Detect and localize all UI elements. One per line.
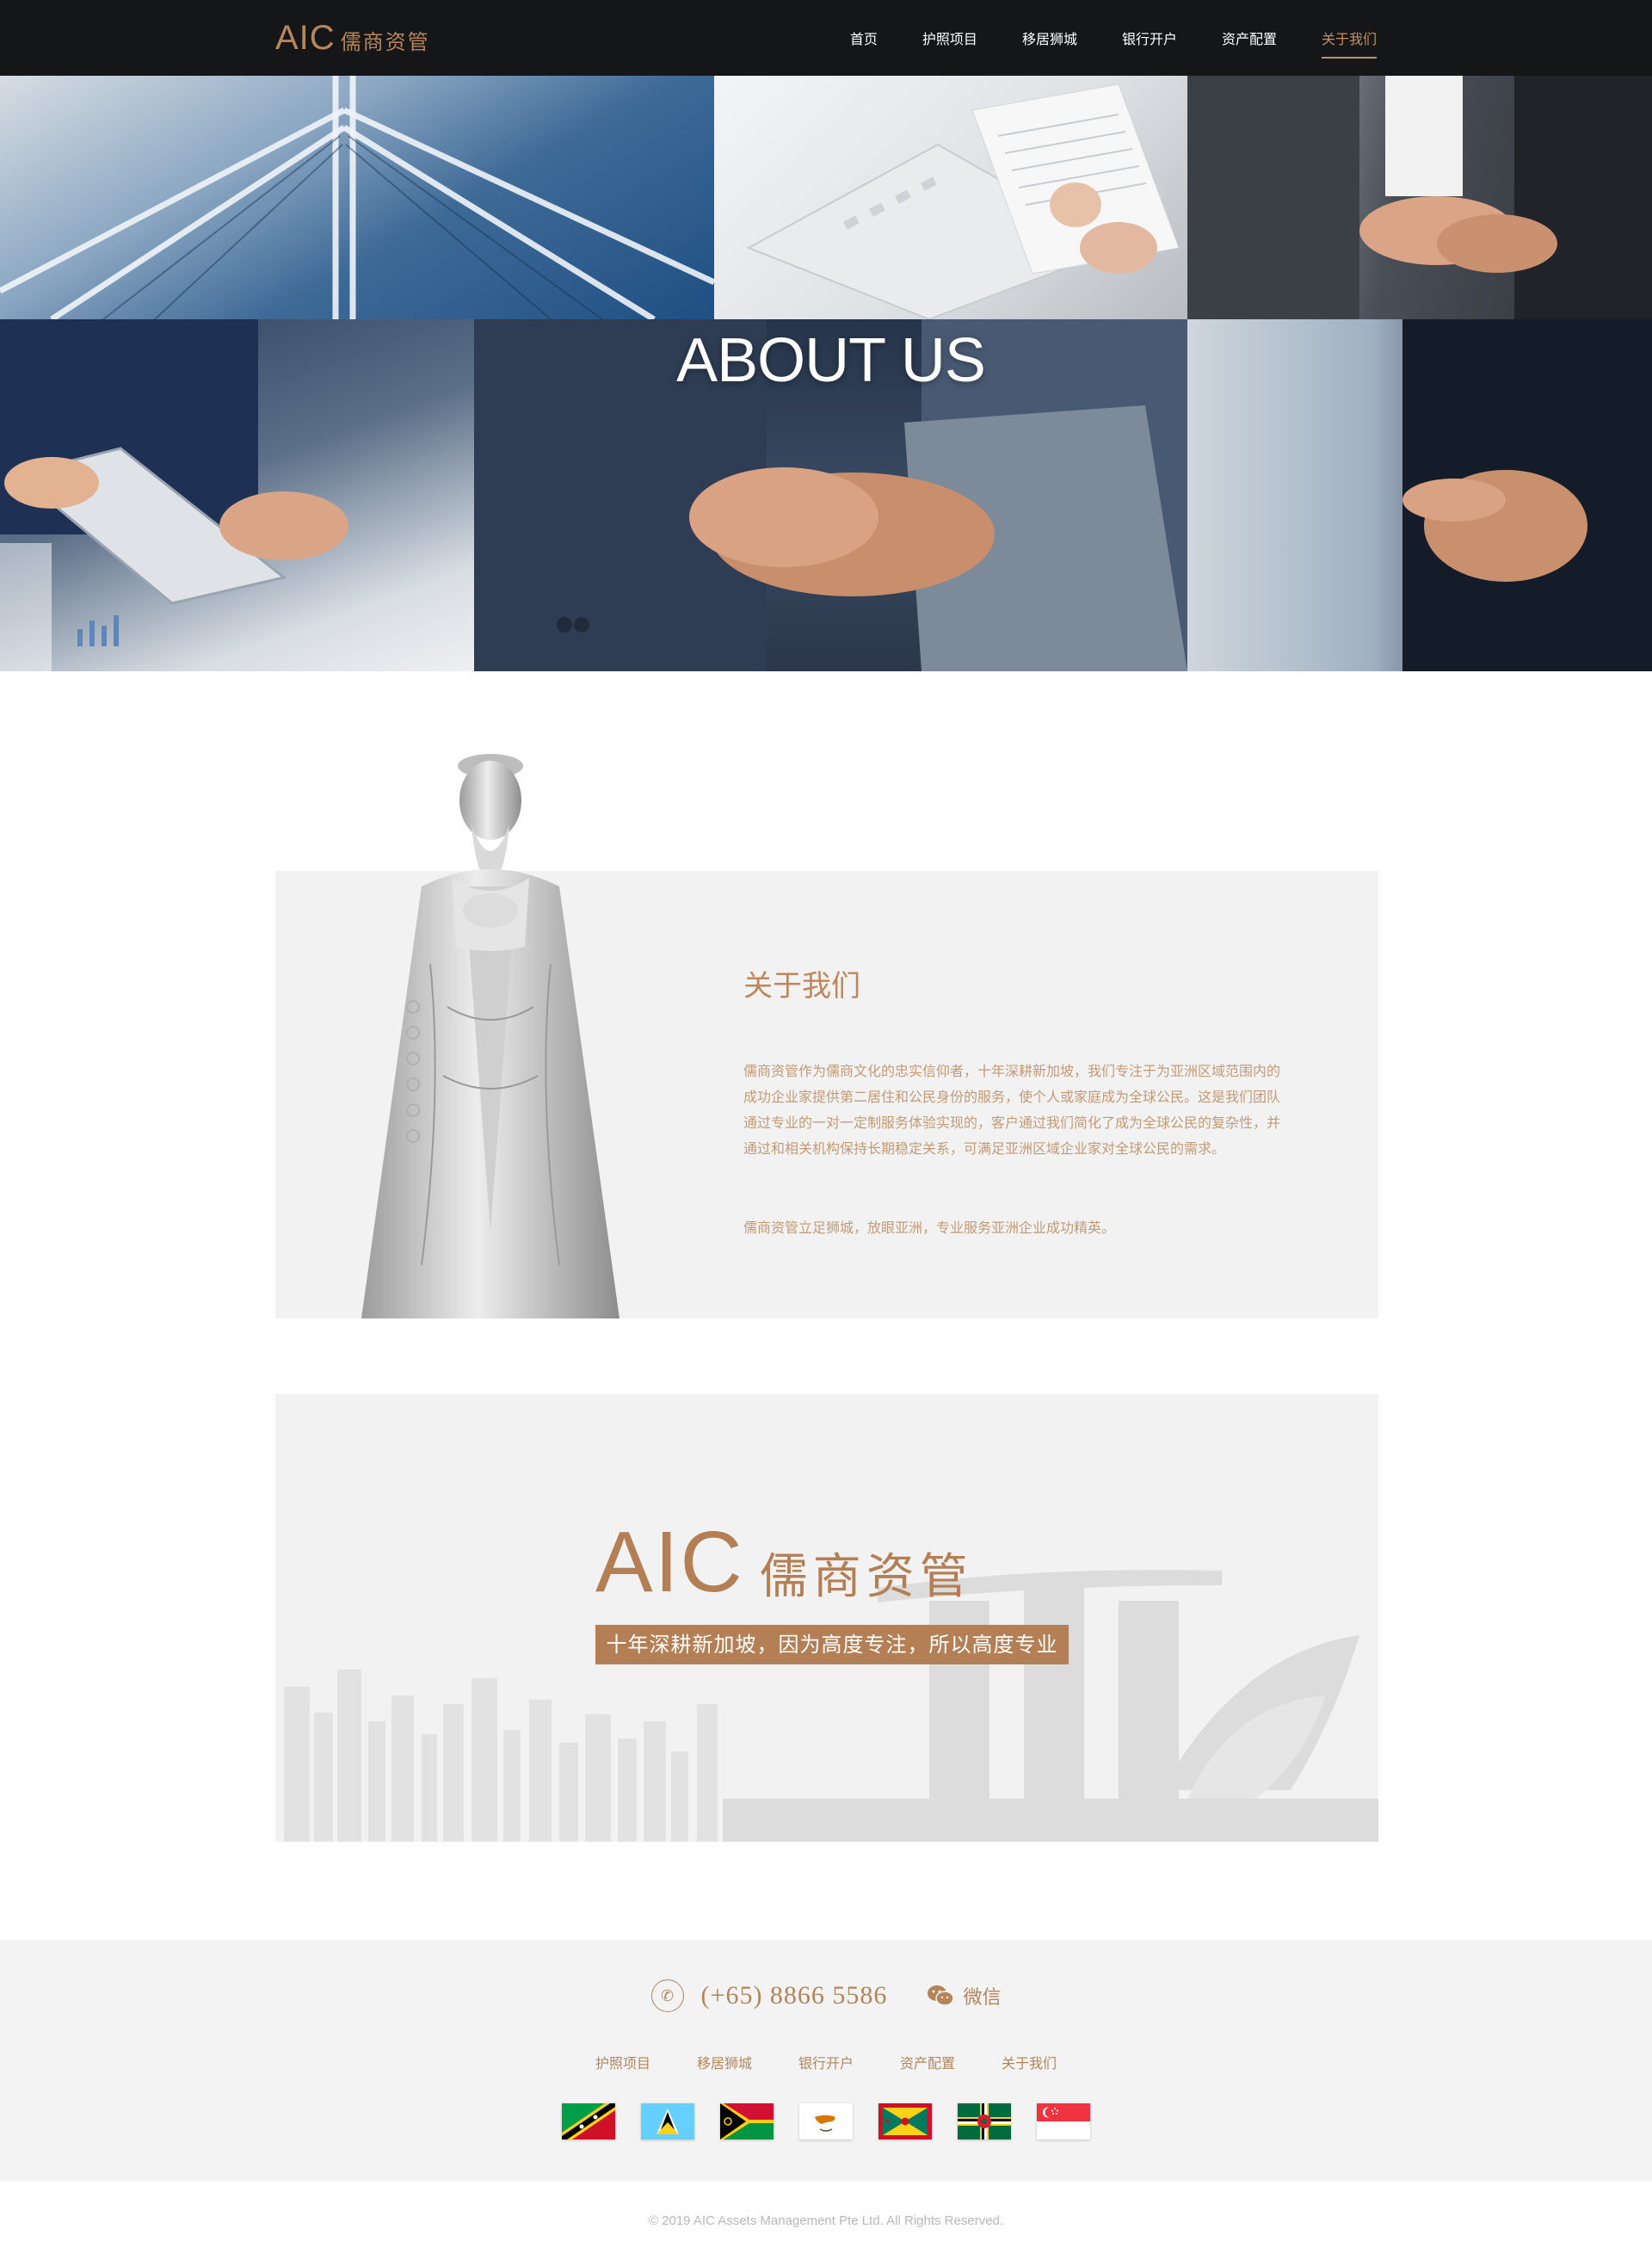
footer-link-passport-projects[interactable]: 护照项目 [595,2052,650,2072]
about-title: 关于我们 [743,969,860,1003]
wechat-label[interactable]: 微信 [963,1982,1001,2010]
extended-hand-illustration [1402,319,1652,671]
skyscraper-lines [0,76,714,319]
footer-contact: ✆ (+65) 8866 5586 微信 [0,1979,1652,2012]
singapore-flag[interactable] [1037,2103,1090,2139]
phone-icon: ✆ [650,1979,684,2012]
nav-item-asset-allocation[interactable]: 资产配置 [1222,21,1277,55]
dominica-flag[interactable] [958,2103,1011,2139]
footer: ✆ (+65) 8866 5586 微信 护照项目 移居狮城 银行开户 资产配置… [0,1940,1652,2181]
footer-nav: 护照项目 移居狮城 银行开户 资产配置 关于我们 [0,2052,1652,2072]
banner-slogan: 十年深耕新加坡，因为高度专注，所以高度专业 [595,1625,1069,1664]
hero-photo-skyscraper [0,76,714,319]
about-paragraph-1: 儒商资管作为儒商文化的忠实信仰者，十年深耕新加坡，我们专注于为亚洲区域范围内的成… [743,1063,1281,1157]
nav-item-home[interactable]: 首页 [850,21,878,55]
hero-photo-laptop-documents [714,76,1187,319]
footer-link-asset-allocation[interactable]: 资产配置 [900,2052,955,2072]
banner-logo-en: AIC [595,1514,744,1610]
phone-number[interactable]: (+65) 8866 5586 [701,1981,888,2010]
saint-kitts-and-nevis-flag[interactable] [562,2103,615,2139]
nav-item-passport-projects[interactable]: 护照项目 [922,21,977,55]
copyright-text: © 2019 AIC Assets Management Pte Ltd. Al… [648,2214,1004,2228]
nav-item-about-us[interactable]: 关于我们 [1321,21,1378,59]
banner-logo: AIC 儒商资管 [595,1519,973,1605]
singapore-skyline-image [284,1570,1378,1842]
vanuatu-flag[interactable] [720,2103,774,2139]
top-navigation-bar: AIC 儒商资管 首页 护照项目 移居狮城 银行开户 资产配置 关于我们 [0,0,1652,76]
confucius-statue-image [361,754,620,1318]
about-paragraph-2: 儒商资管立足狮城，放眼亚洲，专业服务亚洲企业成功精英。 [743,1219,1116,1236]
handshake-illustration [1187,76,1652,319]
footer-link-move-to-singapore[interactable]: 移居狮城 [697,2052,752,2072]
nav-item-move-to-singapore[interactable]: 移居狮城 [1022,21,1077,55]
nav-item-bank-account[interactable]: 银行开户 [1122,21,1177,55]
logo-text-en: AIC [275,19,336,57]
footer-link-bank-account[interactable]: 银行开户 [798,2052,854,2072]
banner-logo-cn: 儒商资管 [759,1549,973,1605]
main-nav: 首页 护照项目 移居狮城 银行开户 资产配置 关于我们 [805,0,1378,76]
site-logo[interactable]: AIC 儒商资管 [275,19,430,57]
hero-title: ABOUT US [676,326,986,395]
cyprus-flag[interactable] [799,2103,853,2139]
wechat-icon[interactable] [927,1985,955,2007]
country-flags [0,2103,1652,2139]
logo-text-cn: 儒商资管 [340,30,430,54]
grenada-flag[interactable] [878,2103,932,2139]
brand-banner: AIC 儒商资管 十年深耕新加坡，因为高度专注，所以高度专业 [275,1394,1378,1842]
tablet-illustration [0,319,348,671]
hero-photo-extended-hand [1187,319,1652,671]
hero-photo-tablet-meeting [0,319,474,671]
saint-lucia-flag[interactable] [641,2103,694,2139]
laptop-illustration [746,83,1180,319]
hero-photo-handshake-suits [1187,76,1652,319]
footer-link-about-us[interactable]: 关于我们 [1002,2052,1057,2072]
hero-banner: ABOUT US [0,0,1652,671]
